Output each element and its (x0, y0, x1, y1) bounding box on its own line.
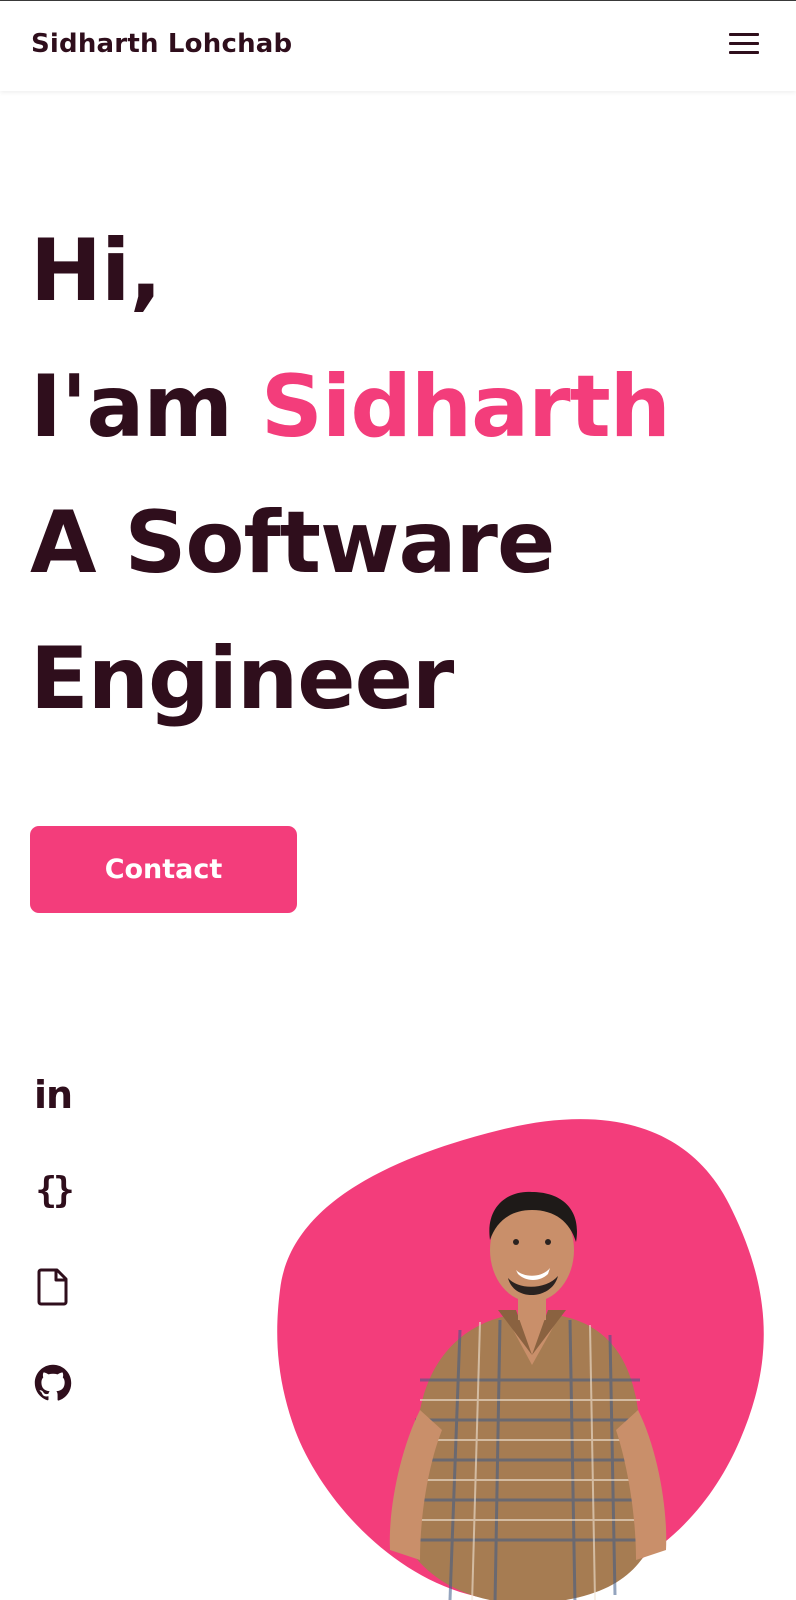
linkedin-glyph: in (33, 1073, 73, 1117)
menu-bar (729, 42, 759, 45)
site-header: Sidharth Lohchab (0, 1, 796, 91)
portfolio-page: Sidharth Lohchab Hi, I'am Sidharth A Sof… (0, 0, 796, 1600)
hero-role-line2: Engineer (30, 629, 454, 729)
profile-image-area (270, 1110, 796, 1600)
linkedin-icon[interactable]: in (32, 1074, 74, 1116)
github-icon[interactable] (32, 1362, 74, 1404)
profile-blob (277, 1119, 764, 1600)
menu-bar (729, 51, 759, 54)
contact-button[interactable]: Contact (30, 826, 297, 913)
code-braces-icon[interactable]: {} (32, 1170, 74, 1212)
hero-intro-prefix: I'am (30, 357, 261, 457)
menu-bar (729, 33, 759, 36)
site-logo[interactable]: Sidharth Lohchab (31, 29, 292, 59)
hero-intro: I'am Sidharth (30, 364, 671, 450)
hero-role-line1: A Software (30, 493, 555, 593)
document-icon[interactable] (32, 1266, 74, 1308)
hamburger-menu-icon[interactable] (724, 29, 760, 59)
document-icon-graphic (37, 1268, 68, 1306)
code-braces-glyph: {} (35, 1170, 74, 1211)
github-icon-graphic (34, 1364, 72, 1401)
hero-greeting: Hi, (30, 221, 162, 321)
hero-name: Sidharth (260, 357, 671, 457)
